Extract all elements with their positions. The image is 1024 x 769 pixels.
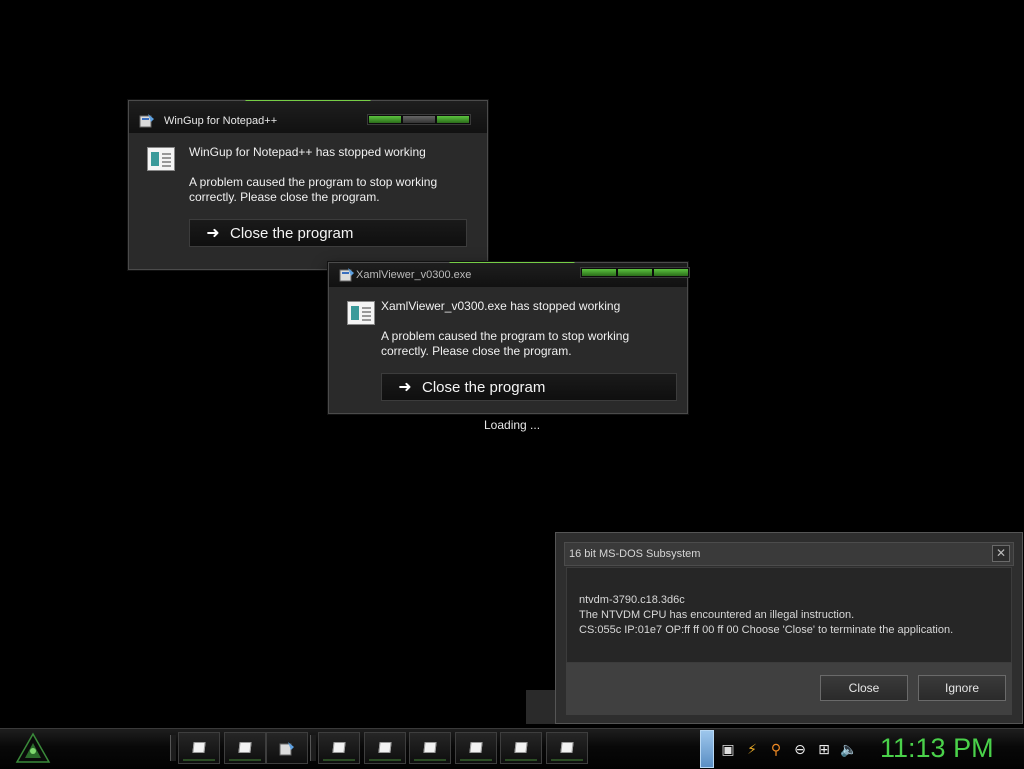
document-icon: [192, 742, 206, 753]
taskbar-window-button[interactable]: [455, 732, 497, 764]
dialog-titlebar[interactable]: WinGup for Notepad++: [129, 101, 487, 133]
taskbar: ▣ ⚡ ⚲ ⊖ ⊞ 🔈 11:13 PM: [0, 728, 1024, 769]
close-window-button[interactable]: [437, 116, 469, 123]
close-button[interactable]: Close: [820, 675, 908, 701]
loading-text: Loading ...: [484, 418, 541, 432]
dialog-headline: XamlViewer_v0300.exe has stopped working: [381, 299, 621, 313]
taskbar-window-button[interactable]: [546, 732, 588, 764]
document-icon: [378, 742, 392, 753]
wingup-app-icon: [139, 114, 154, 128]
dialog-title: WinGup for Notepad++: [164, 115, 278, 127]
error-code-line: ntvdm-3790.c18.3d6c: [579, 594, 685, 606]
taskbar-window-button[interactable]: [318, 732, 360, 764]
taskbar-window-button[interactable]: [409, 732, 451, 764]
dialog-titlebar[interactable]: 16 bit MS-DOS Subsystem ✕: [564, 542, 1014, 566]
taskbar-button-indicator: [229, 759, 261, 761]
taskbar-separator: [310, 735, 316, 761]
wingup-icon: [279, 742, 294, 756]
document-icon: [560, 742, 574, 753]
tray-expand-handle[interactable]: [700, 730, 714, 768]
start-button[interactable]: [14, 731, 52, 765]
dialog-description: A problem caused the program to stop wor…: [381, 329, 630, 358]
program-window-icon: [347, 301, 375, 325]
minimize-button[interactable]: [582, 269, 616, 276]
caption-buttons: [367, 114, 471, 125]
taskbar-button-indicator: [369, 759, 401, 761]
system-tray: ▣ ⚡ ⚲ ⊖ ⊞ 🔈: [700, 729, 874, 769]
program-window-icon: [147, 147, 175, 171]
error-detail-line: CS:055c IP:01e7 OP:ff ff 00 ff 00 Choose…: [579, 624, 954, 636]
dialog-content: XamlViewer_v0300.exe has stopped working…: [329, 287, 687, 413]
dialog-titlebar[interactable]: XamlViewer_v0300.exe: [329, 263, 690, 287]
xamlviewer-app-icon: [339, 268, 354, 282]
close-icon[interactable]: ✕: [992, 545, 1010, 562]
document-icon: [469, 742, 483, 753]
close-program-button[interactable]: ➜ Close the program: [381, 373, 677, 401]
ms-dos-subsystem-dialog: 16 bit MS-DOS Subsystem ✕ ntvdm-3790.c18…: [555, 532, 1023, 724]
taskbar-window-button[interactable]: [178, 732, 220, 764]
error-message-line: The NTVDM CPU has encountered an illegal…: [579, 609, 855, 621]
close-program-label: Close the program: [230, 224, 354, 242]
taskbar-separator: [170, 735, 176, 761]
taskbar-button-indicator: [323, 759, 355, 761]
taskbar-button-indicator: [460, 759, 492, 761]
taskbar-button-indicator: [183, 759, 215, 761]
dialog-title: 16 bit MS-DOS Subsystem: [569, 548, 701, 560]
taskbar-window-button[interactable]: [266, 732, 308, 764]
document-icon: [238, 742, 252, 753]
close-window-button[interactable]: [654, 269, 688, 276]
document-icon: [423, 742, 437, 753]
close-program-label: Close the program: [422, 378, 546, 396]
caption-buttons: [580, 267, 690, 278]
error-dialog-xamlviewer: XamlViewer_v0300.exe XamlViewer_v0300.ex…: [328, 262, 690, 414]
dialog-title: XamlViewer_v0300.exe: [356, 269, 472, 281]
message-area: ntvdm-3790.c18.3d6c The NTVDM CPU has en…: [566, 567, 1012, 663]
error-dialog-wingup: WinGup for Notepad++ WinGup for Notepad+…: [128, 100, 488, 270]
dialog-content: WinGup for Notepad++ has stopped working…: [129, 133, 487, 269]
search-icon[interactable]: ⚲: [768, 741, 784, 757]
taskbar-clock[interactable]: 11:13 PM: [880, 733, 994, 764]
taskbar-window-button[interactable]: [224, 732, 266, 764]
close-program-button[interactable]: ➜ Close the program: [189, 219, 467, 247]
taskbar-button-indicator: [414, 759, 446, 761]
taskbar-button-indicator: [505, 759, 537, 761]
taskbar-window-button[interactable]: [500, 732, 542, 764]
maximize-button[interactable]: [403, 116, 435, 123]
bolt-icon[interactable]: ⚡: [744, 741, 760, 757]
arrow-right-icon: ➜: [206, 225, 220, 242]
document-icon: [514, 742, 528, 753]
taskbar-window-button[interactable]: [364, 732, 406, 764]
dialog-headline: WinGup for Notepad++ has stopped working: [189, 145, 426, 159]
network-drive-icon[interactable]: ▣: [720, 741, 736, 757]
network-icon[interactable]: ⊞: [816, 741, 832, 757]
volume-icon[interactable]: 🔈: [840, 741, 857, 757]
minimize-button[interactable]: [369, 116, 401, 123]
maximize-button[interactable]: [618, 269, 652, 276]
dialog-description: A problem caused the program to stop wor…: [189, 175, 438, 204]
arrow-right-icon: ➜: [398, 379, 412, 396]
minus-circle-icon[interactable]: ⊖: [792, 741, 808, 757]
button-area: Close Ignore: [566, 663, 1012, 715]
ignore-button[interactable]: Ignore: [918, 675, 1006, 701]
document-icon: [332, 742, 346, 753]
background-window-fragment: [526, 690, 556, 724]
taskbar-button-indicator: [551, 759, 583, 761]
